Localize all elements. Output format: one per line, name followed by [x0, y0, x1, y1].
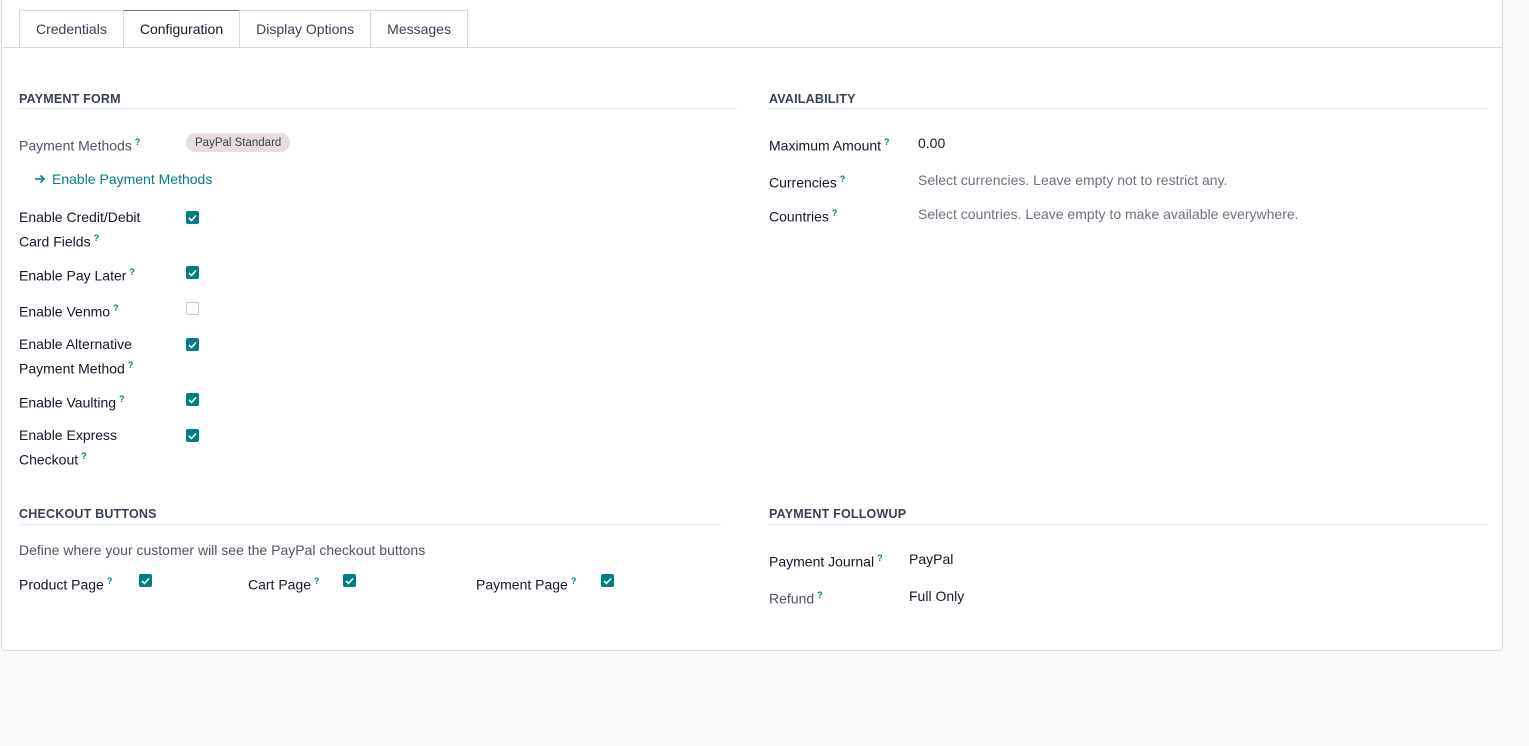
cart-page-checkbox[interactable] [343, 574, 356, 587]
check-icon [188, 432, 197, 440]
enable-express-checkout-label: Enable Express Checkout? [19, 427, 118, 468]
checkout-buttons-title: CHECKOUT BUTTONS [19, 507, 157, 521]
check-icon [345, 577, 354, 585]
maximum-amount-input[interactable]: 0.00 [918, 133, 945, 154]
availability-divider [769, 108, 1487, 109]
help-icon[interactable]: ? [877, 553, 883, 563]
help-icon[interactable]: ? [129, 267, 135, 277]
help-icon[interactable]: ? [128, 360, 134, 370]
enable-vaulting-label: Enable Vaulting? [19, 394, 125, 411]
help-icon[interactable]: ? [817, 590, 823, 600]
help-icon[interactable]: ? [135, 137, 141, 147]
check-icon [141, 577, 150, 585]
payment-page-label: Payment Page? [476, 576, 577, 593]
notebook-tabs: Credentials Configuration Display Option… [19, 10, 468, 48]
enable-pay-later-label: Enable Pay Later? [19, 267, 135, 284]
arrow-right-icon [35, 174, 46, 184]
payment-journal-label: Payment Journal? [769, 553, 883, 570]
payment-method-tag[interactable]: PayPal Standard [186, 133, 291, 152]
check-icon [188, 396, 197, 404]
cart-page-label: Cart Page? [248, 576, 320, 593]
enable-vaulting-checkbox[interactable] [186, 393, 199, 406]
refund-label: Refund? [769, 590, 823, 607]
countries-label: Countries? [769, 208, 838, 225]
payment-journal-field[interactable]: PayPal [909, 549, 953, 570]
help-icon[interactable]: ? [107, 576, 113, 586]
tabs-divider [3, 47, 1503, 48]
tab-messages[interactable]: Messages [370, 10, 468, 48]
help-icon[interactable]: ? [81, 451, 87, 461]
payment-form-divider [19, 108, 737, 109]
enable-express-checkout-checkbox[interactable] [186, 429, 199, 442]
enable-payment-methods-link[interactable]: Enable Payment Methods [34, 171, 212, 187]
help-icon[interactable]: ? [840, 174, 846, 184]
currencies-input[interactable]: Select currencies. Leave empty not to re… [918, 170, 1227, 191]
help-icon[interactable]: ? [832, 208, 838, 218]
help-icon[interactable]: ? [113, 303, 119, 313]
check-icon [188, 269, 197, 277]
currencies-label: Currencies? [769, 174, 846, 191]
help-icon[interactable]: ? [571, 576, 577, 586]
payment-followup-divider [769, 524, 1487, 525]
enable-alternative-method-label: Enable Alternative Payment Method? [19, 336, 134, 377]
check-icon [188, 341, 197, 349]
enable-card-fields-checkbox[interactable] [186, 211, 199, 224]
checkout-buttons-divider [19, 524, 721, 525]
payment-methods-label: Payment Methods? [19, 137, 141, 154]
payment-followup-title: PAYMENT FOLLOWUP [769, 507, 907, 521]
payment-page-checkbox[interactable] [601, 574, 614, 587]
tab-configuration[interactable]: Configuration [122, 10, 240, 48]
enable-venmo-checkbox[interactable] [186, 302, 199, 315]
checkout-buttons-description: Define where your customer will see the … [19, 542, 426, 558]
enable-card-fields-label: Enable Credit/Debit Card Fields? [19, 209, 141, 250]
tab-display-options[interactable]: Display Options [239, 10, 371, 48]
help-icon[interactable]: ? [119, 394, 125, 404]
maximum-amount-label: Maximum Amount? [769, 137, 890, 154]
payment-form-title: PAYMENT FORM [19, 92, 121, 106]
form-sheet: Credentials Configuration Display Option… [1, 0, 1503, 651]
countries-input[interactable]: Select countries. Leave empty to make av… [918, 204, 1299, 225]
check-icon [188, 214, 197, 222]
product-page-checkbox[interactable] [139, 574, 152, 587]
help-icon[interactable]: ? [884, 137, 890, 147]
help-icon[interactable]: ? [94, 233, 100, 243]
enable-venmo-label: Enable Venmo? [19, 303, 119, 320]
product-page-label: Product Page? [19, 576, 113, 593]
tab-credentials[interactable]: Credentials [19, 10, 123, 48]
check-icon [603, 577, 612, 585]
enable-payment-methods-label: Enable Payment Methods [52, 171, 213, 187]
enable-alternative-method-checkbox[interactable] [186, 338, 199, 351]
availability-title: AVAILABILITY [769, 92, 856, 106]
enable-pay-later-checkbox[interactable] [186, 266, 199, 279]
refund-value: Full Only [909, 588, 965, 604]
help-icon[interactable]: ? [314, 576, 320, 586]
